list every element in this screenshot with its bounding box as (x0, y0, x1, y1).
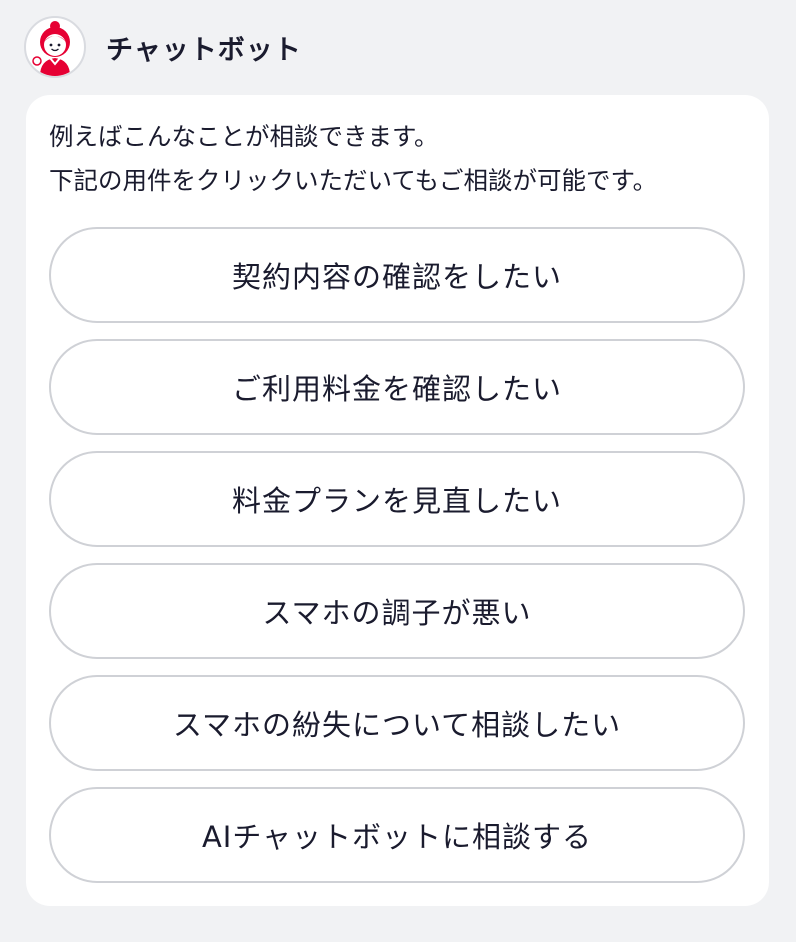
intro-message: 例えばこんなことが相談できます。 下記の用件をクリックいただいてもご相談が可能で… (49, 115, 657, 203)
chat-header: チャットボット (24, 14, 302, 80)
bot-avatar (24, 16, 86, 78)
quick-reply-options: 契約内容の確認をしたい ご利用料金を確認したい 料金プランを見直したい スマホの… (49, 227, 745, 899)
chatbot-girl-mascot-icon (32, 21, 70, 76)
option-lost-phone-button[interactable]: スマホの紛失について相談したい (49, 675, 745, 771)
bot-name: チャットボット (106, 34, 302, 66)
message-card: 例えばこんなことが相談できます。 下記の用件をクリックいただいてもご相談が可能で… (26, 95, 769, 906)
option-ai-chatbot-button[interactable]: AIチャットボットに相談する (49, 787, 745, 883)
option-phone-trouble-button[interactable]: スマホの調子が悪い (49, 563, 745, 659)
option-contract-details-button[interactable]: 契約内容の確認をしたい (49, 227, 745, 323)
intro-line-1: 例えばこんなことが相談できます。 (49, 122, 439, 151)
intro-line-2: 下記の用件をクリックいただいてもご相談が可能です。 (49, 166, 658, 195)
option-review-plan-button[interactable]: 料金プランを見直したい (49, 451, 745, 547)
option-usage-fee-button[interactable]: ご利用料金を確認したい (49, 339, 745, 435)
